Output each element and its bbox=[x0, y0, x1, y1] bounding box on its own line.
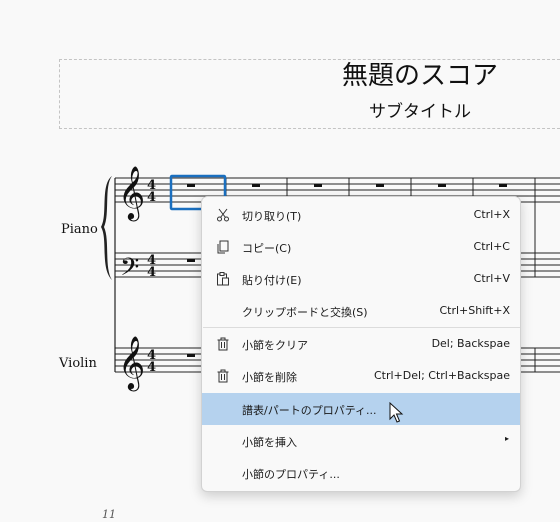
menu-item-label: 小節をクリア bbox=[242, 339, 308, 352]
menu-item-copy[interactable]: コピー(C) Ctrl+C bbox=[202, 231, 520, 263]
menu-item-staff-part-properties[interactable]: 譜表/パートのプロパティ... bbox=[202, 393, 520, 425]
menu-item-label: 小節を挿入 bbox=[242, 436, 297, 449]
copy-icon bbox=[217, 240, 229, 254]
menu-item-delete-measure[interactable]: 小節を削除 Ctrl+Del; Ctrl+Backspae bbox=[202, 360, 520, 392]
menu-item-clear-measure[interactable]: 小節をクリア Del; Backspae bbox=[202, 328, 520, 360]
menu-item-shortcut: Del; Backspae bbox=[431, 337, 510, 350]
menu-item-swap-clipboard[interactable]: クリップボードと交換(S) Ctrl+Shift+X bbox=[202, 295, 520, 327]
menu-item-shortcut: Ctrl+X bbox=[473, 208, 510, 221]
menu-item-cut[interactable]: 切り取り(T) Ctrl+X bbox=[202, 199, 520, 231]
paste-icon bbox=[217, 272, 229, 286]
menu-item-label: コピー(C) bbox=[242, 242, 292, 255]
menu-item-label: 譜表/パートのプロパティ... bbox=[242, 404, 377, 417]
menu-item-label: 小節を削除 bbox=[242, 371, 297, 384]
svg-text:4: 4 bbox=[147, 265, 156, 280]
menu-item-measure-properties[interactable]: 小節のプロパティ... bbox=[202, 457, 520, 489]
mouse-pointer-icon bbox=[389, 402, 404, 423]
svg-text:4: 4 bbox=[147, 190, 156, 205]
page-number: 11 bbox=[102, 508, 116, 521]
menu-item-insert-measures[interactable]: 小節を挿入 ▸ bbox=[202, 425, 520, 457]
context-menu: 切り取り(T) Ctrl+X コピー(C) Ctrl+C 貼り付け(E) Ctr… bbox=[201, 196, 521, 492]
instrument-label-piano[interactable]: Piano bbox=[61, 222, 98, 237]
scissors-icon bbox=[217, 208, 229, 222]
menu-item-shortcut: Ctrl+V bbox=[473, 272, 510, 285]
bass-clef-icon: 𝄢 bbox=[120, 253, 139, 288]
instrument-label-violin[interactable]: Violin bbox=[59, 356, 97, 371]
menu-item-label: クリップボードと交換(S) bbox=[242, 306, 368, 319]
menu-item-shortcut: Ctrl+Del; Ctrl+Backspae bbox=[373, 369, 510, 382]
treble-clef-icon: 𝄞 bbox=[118, 165, 145, 221]
menu-item-label: 小節のプロパティ... bbox=[242, 468, 340, 481]
menu-item-shortcut: Ctrl+C bbox=[473, 240, 510, 253]
menu-item-shortcut: Ctrl+Shift+X bbox=[439, 304, 510, 317]
menu-item-paste[interactable]: 貼り付け(E) Ctrl+V bbox=[202, 263, 520, 295]
svg-text:4: 4 bbox=[147, 360, 156, 375]
menu-item-label: 切り取り(T) bbox=[242, 210, 302, 223]
trash-icon bbox=[217, 337, 229, 351]
menu-item-label: 貼り付け(E) bbox=[242, 274, 302, 287]
trash-icon bbox=[217, 369, 229, 383]
treble-clef-icon: 𝄞 bbox=[118, 335, 145, 391]
submenu-arrow-icon: ▸ bbox=[504, 434, 509, 443]
